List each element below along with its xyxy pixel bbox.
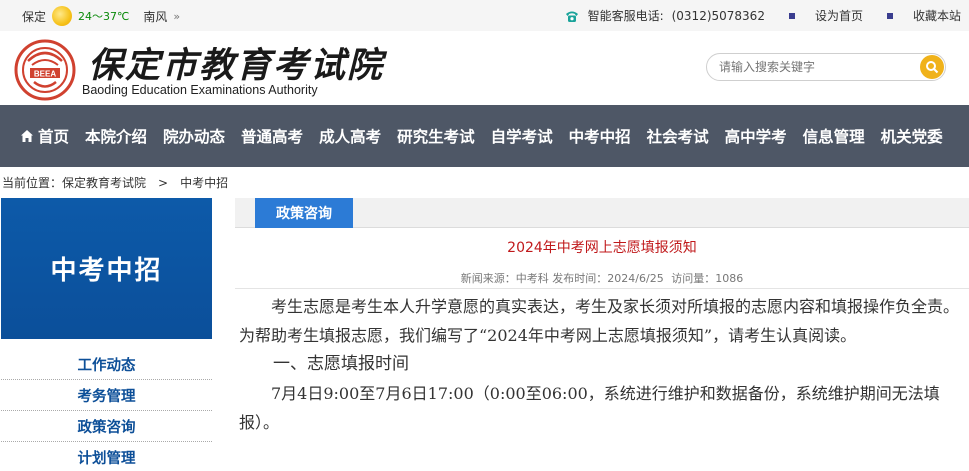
article-title: 2024年中考网上志愿填报须知 <box>507 240 697 256</box>
logo-english-name: Baoding Education Examinations Authority <box>82 83 318 97</box>
logo-chinese-name: 保定市教育考试院 <box>88 45 385 86</box>
weather-widget: 保定 24～37℃ 南风 » <box>22 6 180 26</box>
weather-more-icon[interactable]: » <box>173 10 180 23</box>
meta-views-label: 访问量： <box>671 272 716 285</box>
nav-item-gaokao[interactable]: 普通高考 <box>233 105 311 167</box>
nav-item-high-school-test[interactable]: 高中学考 <box>717 105 795 167</box>
sun-icon <box>52 6 73 26</box>
sidebar-item-exam-affairs[interactable]: 考务管理 <box>1 380 212 411</box>
sidebar-item-policy-consult[interactable]: 政策咨询 <box>1 411 212 442</box>
bullet-square-icon <box>886 12 893 19</box>
search-button[interactable] <box>920 55 944 79</box>
search-icon <box>926 61 939 74</box>
main-nav: 首页 本院介绍 院办动态 普通高考 成人高考 研究生考试 自学考试 中考中招 社… <box>0 105 969 167</box>
nav-item-home[interactable]: 首页 <box>0 105 77 167</box>
meta-time-label: 发布时间： <box>552 272 608 285</box>
breadcrumb-current[interactable]: 中考中招 <box>180 176 228 190</box>
article-paragraph: 7月4日9:00至7月6日17:00（0:00至06:00，系统进行维护和数据备… <box>239 384 940 432</box>
set-homepage-link[interactable]: 设为首页 <box>815 7 863 24</box>
nav-item-self-study-exam[interactable]: 自学考试 <box>483 105 561 167</box>
nav-item-label: 首页 <box>38 128 70 146</box>
seal-text: BEEA <box>34 70 56 79</box>
bookmark-link[interactable]: 收藏本站 <box>913 7 961 24</box>
meta-source-label: 新闻来源： <box>460 272 516 285</box>
breadcrumb-home-link[interactable]: 保定教育考试院 <box>62 176 146 190</box>
article-paragraph: 考生志愿是考生本人升学意愿的真实表达，考生及家长须对所填报的志愿内容和填报操作负… <box>239 297 960 345</box>
meta-views: 1086 <box>715 272 744 285</box>
article-meta: 新闻来源：中考科 发布时间：2024/6/25 访问量：1086 <box>235 270 969 286</box>
bullet-square-icon <box>788 12 795 19</box>
article-heading: 一、志愿填报时间 <box>273 354 409 374</box>
breadcrumb-label: 当前位置： <box>2 176 63 190</box>
search-input[interactable] <box>707 54 907 80</box>
meta-source: 中考科 <box>515 272 549 285</box>
sidebar-banner: 中考中招 <box>1 198 212 339</box>
home-icon <box>21 130 33 142</box>
hotline-label: 智能客服电话: <box>587 9 664 23</box>
search-box <box>706 53 946 81</box>
seal-logo-icon: BEEA <box>14 39 76 101</box>
nav-item-office-news[interactable]: 院办动态 <box>155 105 233 167</box>
nav-item-party-committee[interactable]: 机关党委 <box>873 105 951 167</box>
nav-item-info-management[interactable]: 信息管理 <box>795 105 873 167</box>
tab-policy-consult[interactable]: 政策咨询 <box>255 198 353 228</box>
sidebar-menu: 工作动态 考务管理 政策咨询 计划管理 <box>1 349 212 471</box>
phone-icon <box>565 11 578 22</box>
top-links: 智能客服电话: (0312)5078362 设为首页 收藏本站 <box>564 7 961 24</box>
meta-time: 2024/6/25 <box>607 272 664 285</box>
section-tab-bar: 政策咨询 <box>235 198 969 228</box>
sidebar-item-plan-management[interactable]: 计划管理 <box>1 442 212 471</box>
article-divider <box>235 288 969 289</box>
nav-item-graduate-exam[interactable]: 研究生考试 <box>389 105 483 167</box>
site-header: BEEA 保定市教育考试院 Baoding Education Examinat… <box>0 31 969 105</box>
nav-item-zhongkao[interactable]: 中考中招 <box>561 105 639 167</box>
article-body: 考生志愿是考生本人升学意愿的真实表达，考生及家长须对所填报的志愿内容和填报操作负… <box>239 292 969 437</box>
weather-city: 保定 <box>22 9 47 24</box>
sidebar-item-work-news[interactable]: 工作动态 <box>1 349 212 380</box>
nav-item-social-exam[interactable]: 社会考试 <box>639 105 717 167</box>
article-area: 政策咨询 2024年中考网上志愿填报须知 新闻来源：中考科 发布时间：2024/… <box>235 198 969 471</box>
nav-item-adult-exam[interactable]: 成人高考 <box>311 105 389 167</box>
sidebar-banner-title: 中考中招 <box>50 256 163 286</box>
site-logo[interactable]: BEEA 保定市教育考试院 Baoding Education Examinat… <box>6 33 382 103</box>
weather-wind: 南风 <box>143 9 168 24</box>
breadcrumb: 当前位置：保定教育考试院 > 中考中招 <box>2 174 228 191</box>
weather-temperature: 24～37℃ <box>78 10 130 23</box>
top-utility-bar: 保定 24～37℃ 南风 » 智能客服电话: (0312)5078362 设为首… <box>0 0 969 31</box>
nav-item-about[interactable]: 本院介绍 <box>77 105 155 167</box>
hotline-number: (0312)5078362 <box>671 8 765 23</box>
breadcrumb-separator: > <box>158 176 169 190</box>
